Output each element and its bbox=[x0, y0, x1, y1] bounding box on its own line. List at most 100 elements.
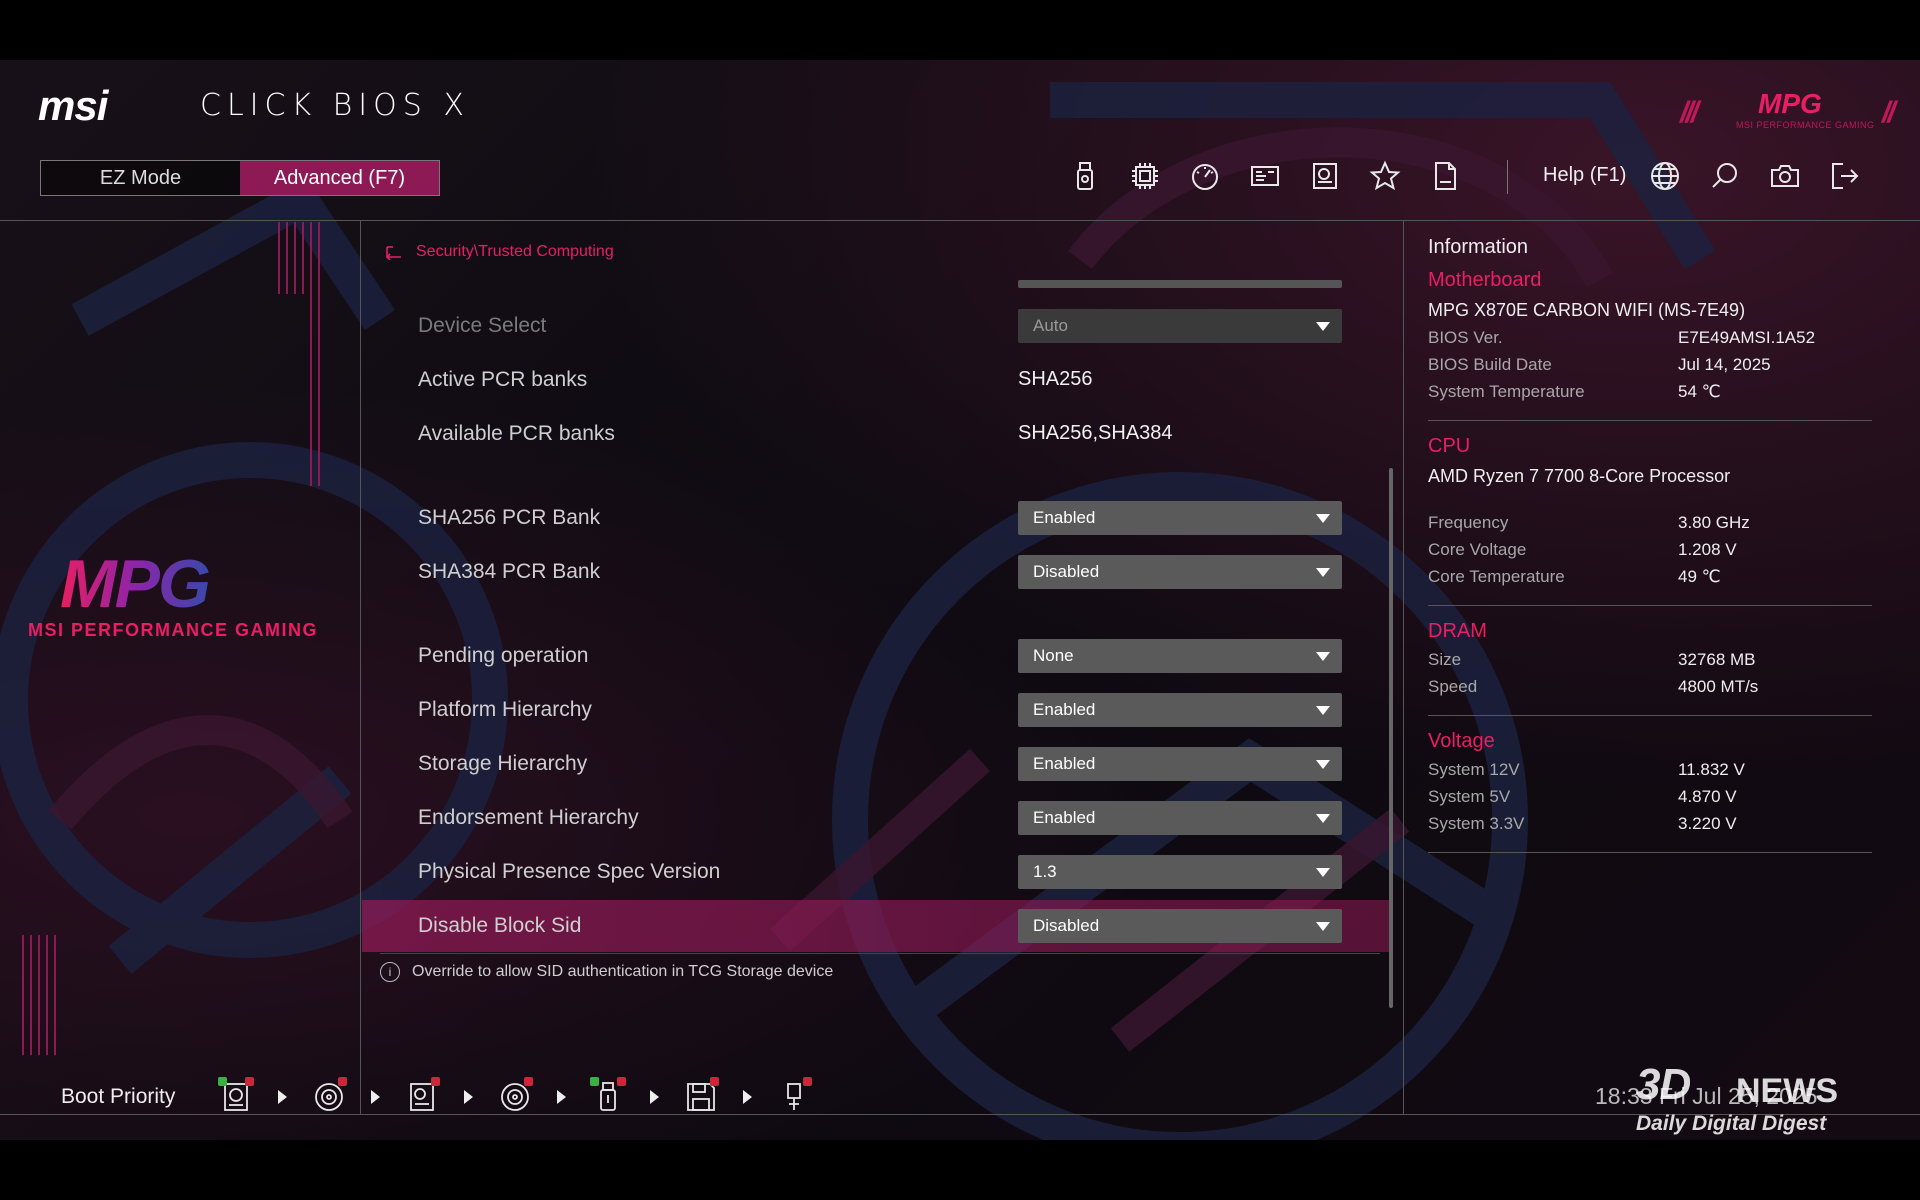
info-key: Size bbox=[1428, 650, 1462, 669]
info-row: System 3.3V 3.220 V bbox=[1428, 814, 1872, 834]
setting-row-sha384-pcr-bank[interactable]: SHA384 PCR Bank Disabled bbox=[362, 546, 1392, 598]
top-toolbar bbox=[1065, 156, 1465, 196]
ez-mode-button[interactable]: EZ Mode bbox=[41, 161, 240, 195]
info-value: Jul 14, 2025 bbox=[1678, 355, 1771, 374]
setting-row-storage-hierarchy[interactable]: Storage Hierarchy Enabled bbox=[362, 738, 1392, 790]
uefi-badge bbox=[524, 1077, 533, 1086]
arrow-right-icon bbox=[278, 1090, 287, 1104]
setting-label: Platform Hierarchy bbox=[418, 698, 592, 721]
dropdown-value: Enabled bbox=[1033, 508, 1096, 527]
sha256-pcr-bank-dropdown[interactable]: Enabled bbox=[1018, 501, 1342, 535]
usb-key-icon[interactable] bbox=[586, 1075, 630, 1119]
info-row: Core Temperature 49 ℃ bbox=[1428, 567, 1872, 587]
cpu-model: AMD Ryzen 7 7700 8-Core Processor bbox=[1428, 466, 1731, 486]
section-divider bbox=[1428, 852, 1872, 853]
arrow-right-icon bbox=[650, 1090, 659, 1104]
status-badge bbox=[218, 1077, 227, 1086]
arrow-right-icon bbox=[371, 1090, 380, 1104]
endorsement-hierarchy-dropdown[interactable]: Enabled bbox=[1018, 801, 1342, 835]
help-button[interactable]: Help (F1) bbox=[1543, 164, 1626, 187]
optical-disc-icon[interactable] bbox=[307, 1075, 351, 1119]
cpu-heading: CPU bbox=[1428, 435, 1471, 457]
screenshot-camera-icon[interactable] bbox=[1765, 156, 1805, 196]
info-row: System 12V 11.832 V bbox=[1428, 760, 1872, 780]
storage-hierarchy-dropdown[interactable]: Enabled bbox=[1018, 747, 1342, 781]
setting-label: Available PCR banks bbox=[418, 422, 615, 445]
utility-toolbar bbox=[1645, 156, 1865, 196]
dropdown-value: None bbox=[1033, 646, 1074, 665]
setting-label: Endorsement Hierarchy bbox=[418, 806, 639, 829]
watermark-news: NEWS bbox=[1736, 1072, 1838, 1110]
chevron-down-icon bbox=[1316, 514, 1330, 523]
optical-disc-2-icon[interactable] bbox=[493, 1075, 537, 1119]
info-icon: i bbox=[380, 962, 400, 982]
dropdown-value: Disabled bbox=[1033, 916, 1100, 935]
setting-label: Active PCR banks bbox=[418, 368, 588, 391]
info-value: 3.220 V bbox=[1678, 814, 1737, 833]
info-row: BIOS Build Date Jul 14, 2025 bbox=[1428, 355, 1872, 375]
arrow-right-icon bbox=[743, 1090, 752, 1104]
mode-switch: EZ Mode Advanced (F7) bbox=[40, 160, 440, 196]
left-panel-divider bbox=[360, 220, 361, 1114]
setting-row-pending-operation[interactable]: Pending operation None bbox=[362, 630, 1392, 682]
disable-block-sid-dropdown[interactable]: Disabled bbox=[1018, 909, 1342, 943]
breadcrumb-path: Security\Trusted Computing bbox=[416, 243, 614, 260]
info-row: System 5V 4.870 V bbox=[1428, 787, 1872, 807]
chevron-down-icon bbox=[1316, 868, 1330, 877]
section-divider bbox=[1428, 605, 1872, 606]
chevron-down-icon bbox=[1316, 652, 1330, 661]
setting-row-device-select: Device Select Auto bbox=[362, 300, 1392, 352]
dropdown-value: Enabled bbox=[1033, 754, 1096, 773]
info-row: BIOS Ver. E7E49AMSI.1A52 bbox=[1428, 328, 1872, 348]
device-select-dropdown: Auto bbox=[1018, 309, 1342, 343]
platform-hierarchy-dropdown[interactable]: Enabled bbox=[1018, 693, 1342, 727]
dropdown-value: Enabled bbox=[1033, 808, 1096, 827]
search-icon[interactable] bbox=[1705, 156, 1745, 196]
chevron-down-icon bbox=[1316, 322, 1330, 331]
breadcrumb[interactable]: Security\Trusted Computing bbox=[384, 243, 614, 261]
help-divider bbox=[380, 953, 1380, 954]
chevron-down-icon bbox=[1316, 706, 1330, 715]
exit-icon[interactable] bbox=[1825, 156, 1865, 196]
gauge-icon[interactable] bbox=[1185, 156, 1225, 196]
setting-row-endorsement-hierarchy[interactable]: Endorsement Hierarchy Enabled bbox=[362, 792, 1392, 844]
setting-row-active-pcr-banks: Active PCR banks SHA256 bbox=[362, 354, 1392, 406]
motherboard-heading: Motherboard bbox=[1428, 269, 1542, 291]
log-file-icon[interactable] bbox=[1425, 156, 1465, 196]
cpu-icon[interactable] bbox=[1125, 156, 1165, 196]
pending-operation-dropdown[interactable]: None bbox=[1018, 639, 1342, 673]
scrollbar[interactable] bbox=[1389, 468, 1393, 1008]
info-value: 3.80 GHz bbox=[1678, 513, 1750, 532]
help-text: Override to allow SID authentication in … bbox=[412, 963, 834, 980]
section-divider bbox=[1428, 715, 1872, 716]
setting-row-sha256-pcr-bank[interactable]: SHA256 PCR Bank Enabled bbox=[362, 492, 1392, 544]
board-explorer-icon[interactable] bbox=[1305, 156, 1345, 196]
info-key: BIOS Ver. bbox=[1428, 328, 1503, 347]
sha384-pcr-bank-dropdown[interactable]: Disabled bbox=[1018, 555, 1342, 589]
info-value: 1.208 V bbox=[1678, 540, 1737, 559]
network-boot-icon[interactable] bbox=[400, 1075, 444, 1119]
language-globe-icon[interactable] bbox=[1645, 156, 1685, 196]
info-value: 49 ℃ bbox=[1678, 567, 1721, 586]
usb-drive-icon[interactable] bbox=[1065, 156, 1105, 196]
bios-screen: msi CLICK BIOS X /// MPG MSI PERFORMANCE… bbox=[0, 60, 1920, 1140]
info-key: BIOS Build Date bbox=[1428, 355, 1552, 374]
setting-row-disable-block-sid[interactable]: Disable Block Sid Disabled bbox=[362, 900, 1392, 952]
favorites-star-icon[interactable] bbox=[1365, 156, 1405, 196]
stripe-decoration: /// bbox=[1680, 96, 1699, 129]
floppy-usb-icon[interactable] bbox=[679, 1075, 723, 1119]
usb-device-icon[interactable] bbox=[772, 1075, 816, 1119]
uefi-badge bbox=[338, 1077, 347, 1086]
hardware-monitor-icon[interactable] bbox=[1245, 156, 1285, 196]
advanced-mode-button[interactable]: Advanced (F7) bbox=[240, 161, 439, 195]
physical-presence-spec-dropdown[interactable]: 1.3 bbox=[1018, 855, 1342, 889]
setting-row-physical-presence-spec-version[interactable]: Physical Presence Spec Version 1.3 bbox=[362, 846, 1392, 898]
mpg-top-tagline: MSI PERFORMANCE GAMING bbox=[1736, 120, 1875, 130]
info-key: System Temperature bbox=[1428, 382, 1585, 401]
setting-row-platform-hierarchy[interactable]: Platform Hierarchy Enabled bbox=[362, 684, 1392, 736]
hdd-icon[interactable] bbox=[214, 1075, 258, 1119]
info-key: System 5V bbox=[1428, 787, 1511, 806]
dropdown-value: 1.3 bbox=[1033, 862, 1057, 881]
chevron-down-icon bbox=[1316, 568, 1330, 577]
stripe-decoration bbox=[22, 935, 56, 1055]
